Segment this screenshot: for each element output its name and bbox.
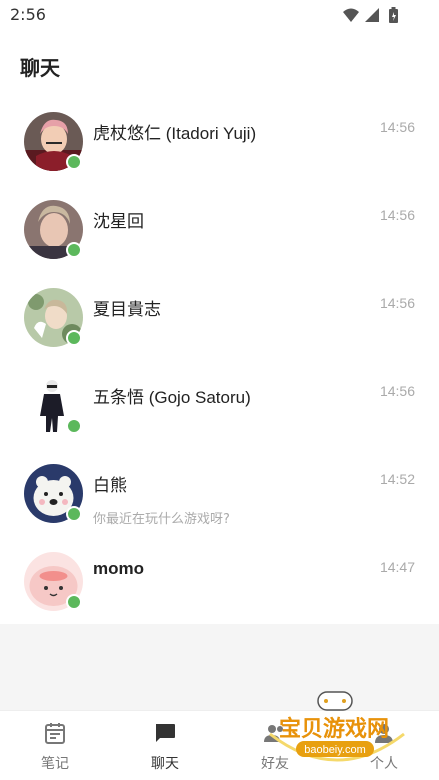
online-status-dot bbox=[66, 506, 82, 522]
chat-item-gojo[interactable]: 五条悟 (Gojo Satoru) 14:56 bbox=[0, 362, 439, 450]
chat-item-polar-bear[interactable]: 白熊 14:52 你最近在玩什么游戏呀? bbox=[0, 450, 439, 538]
chat-item-momo[interactable]: momo 14:47 bbox=[0, 538, 439, 626]
battery-icon bbox=[389, 7, 398, 23]
watermark-logo: 宝贝游戏网 baobeiy.com bbox=[269, 691, 405, 762]
wifi-icon bbox=[343, 8, 359, 22]
chat-name: 虎杖悠仁 (Itadori Yuji) bbox=[93, 124, 257, 143]
online-status-dot bbox=[66, 330, 82, 346]
chat-time: 14:56 bbox=[379, 295, 415, 311]
chat-item-shen-xinghui[interactable]: 沈星回 14:56 bbox=[0, 186, 439, 274]
watermark-url: baobeiy.com bbox=[304, 744, 366, 756]
online-status-dot bbox=[66, 418, 82, 434]
chat-time: 14:47 bbox=[379, 559, 415, 575]
nav-item-notes[interactable]: 笔记 bbox=[0, 711, 110, 780]
signal-icon bbox=[365, 8, 379, 22]
chat-item-natsume[interactable]: 夏目貴志 14:56 bbox=[0, 274, 439, 362]
chat-name: 夏目貴志 bbox=[93, 300, 161, 319]
online-status-dot bbox=[66, 154, 82, 170]
status-icons bbox=[343, 7, 398, 23]
chat-time: 14:56 bbox=[379, 383, 415, 399]
nav-label: 笔记 bbox=[41, 756, 69, 772]
chat-time: 14:56 bbox=[379, 119, 415, 135]
nav-label: 聊天 bbox=[151, 756, 179, 772]
chat-time: 14:56 bbox=[379, 207, 415, 223]
notes-icon bbox=[45, 723, 65, 744]
chat-icon bbox=[156, 724, 175, 742]
online-status-dot bbox=[66, 242, 82, 258]
page-title: 聊天 bbox=[20, 56, 60, 80]
chat-name: 白熊 bbox=[93, 476, 127, 495]
online-status-dot bbox=[66, 594, 82, 610]
chat-list: 虎杖悠仁 (Itadori Yuji) 14:56 沈星回 14:56 夏目貴志… bbox=[0, 98, 439, 624]
chat-preview: 你最近在玩什么游戏呀? bbox=[93, 512, 230, 527]
chat-time: 14:52 bbox=[379, 471, 415, 487]
nav-item-chat[interactable]: 聊天 bbox=[110, 711, 220, 780]
chat-name: 五条悟 (Gojo Satoru) bbox=[93, 388, 251, 407]
chat-item-itadori[interactable]: 虎杖悠仁 (Itadori Yuji) 14:56 bbox=[0, 98, 439, 186]
chat-name: 沈星回 bbox=[93, 212, 144, 231]
status-bar: 2:56 bbox=[0, 0, 439, 32]
status-time: 2:56 bbox=[10, 5, 46, 24]
header: 聊天 bbox=[0, 32, 439, 98]
chat-name: momo bbox=[93, 559, 144, 578]
watermark-text: 宝贝游戏网 bbox=[279, 716, 389, 742]
